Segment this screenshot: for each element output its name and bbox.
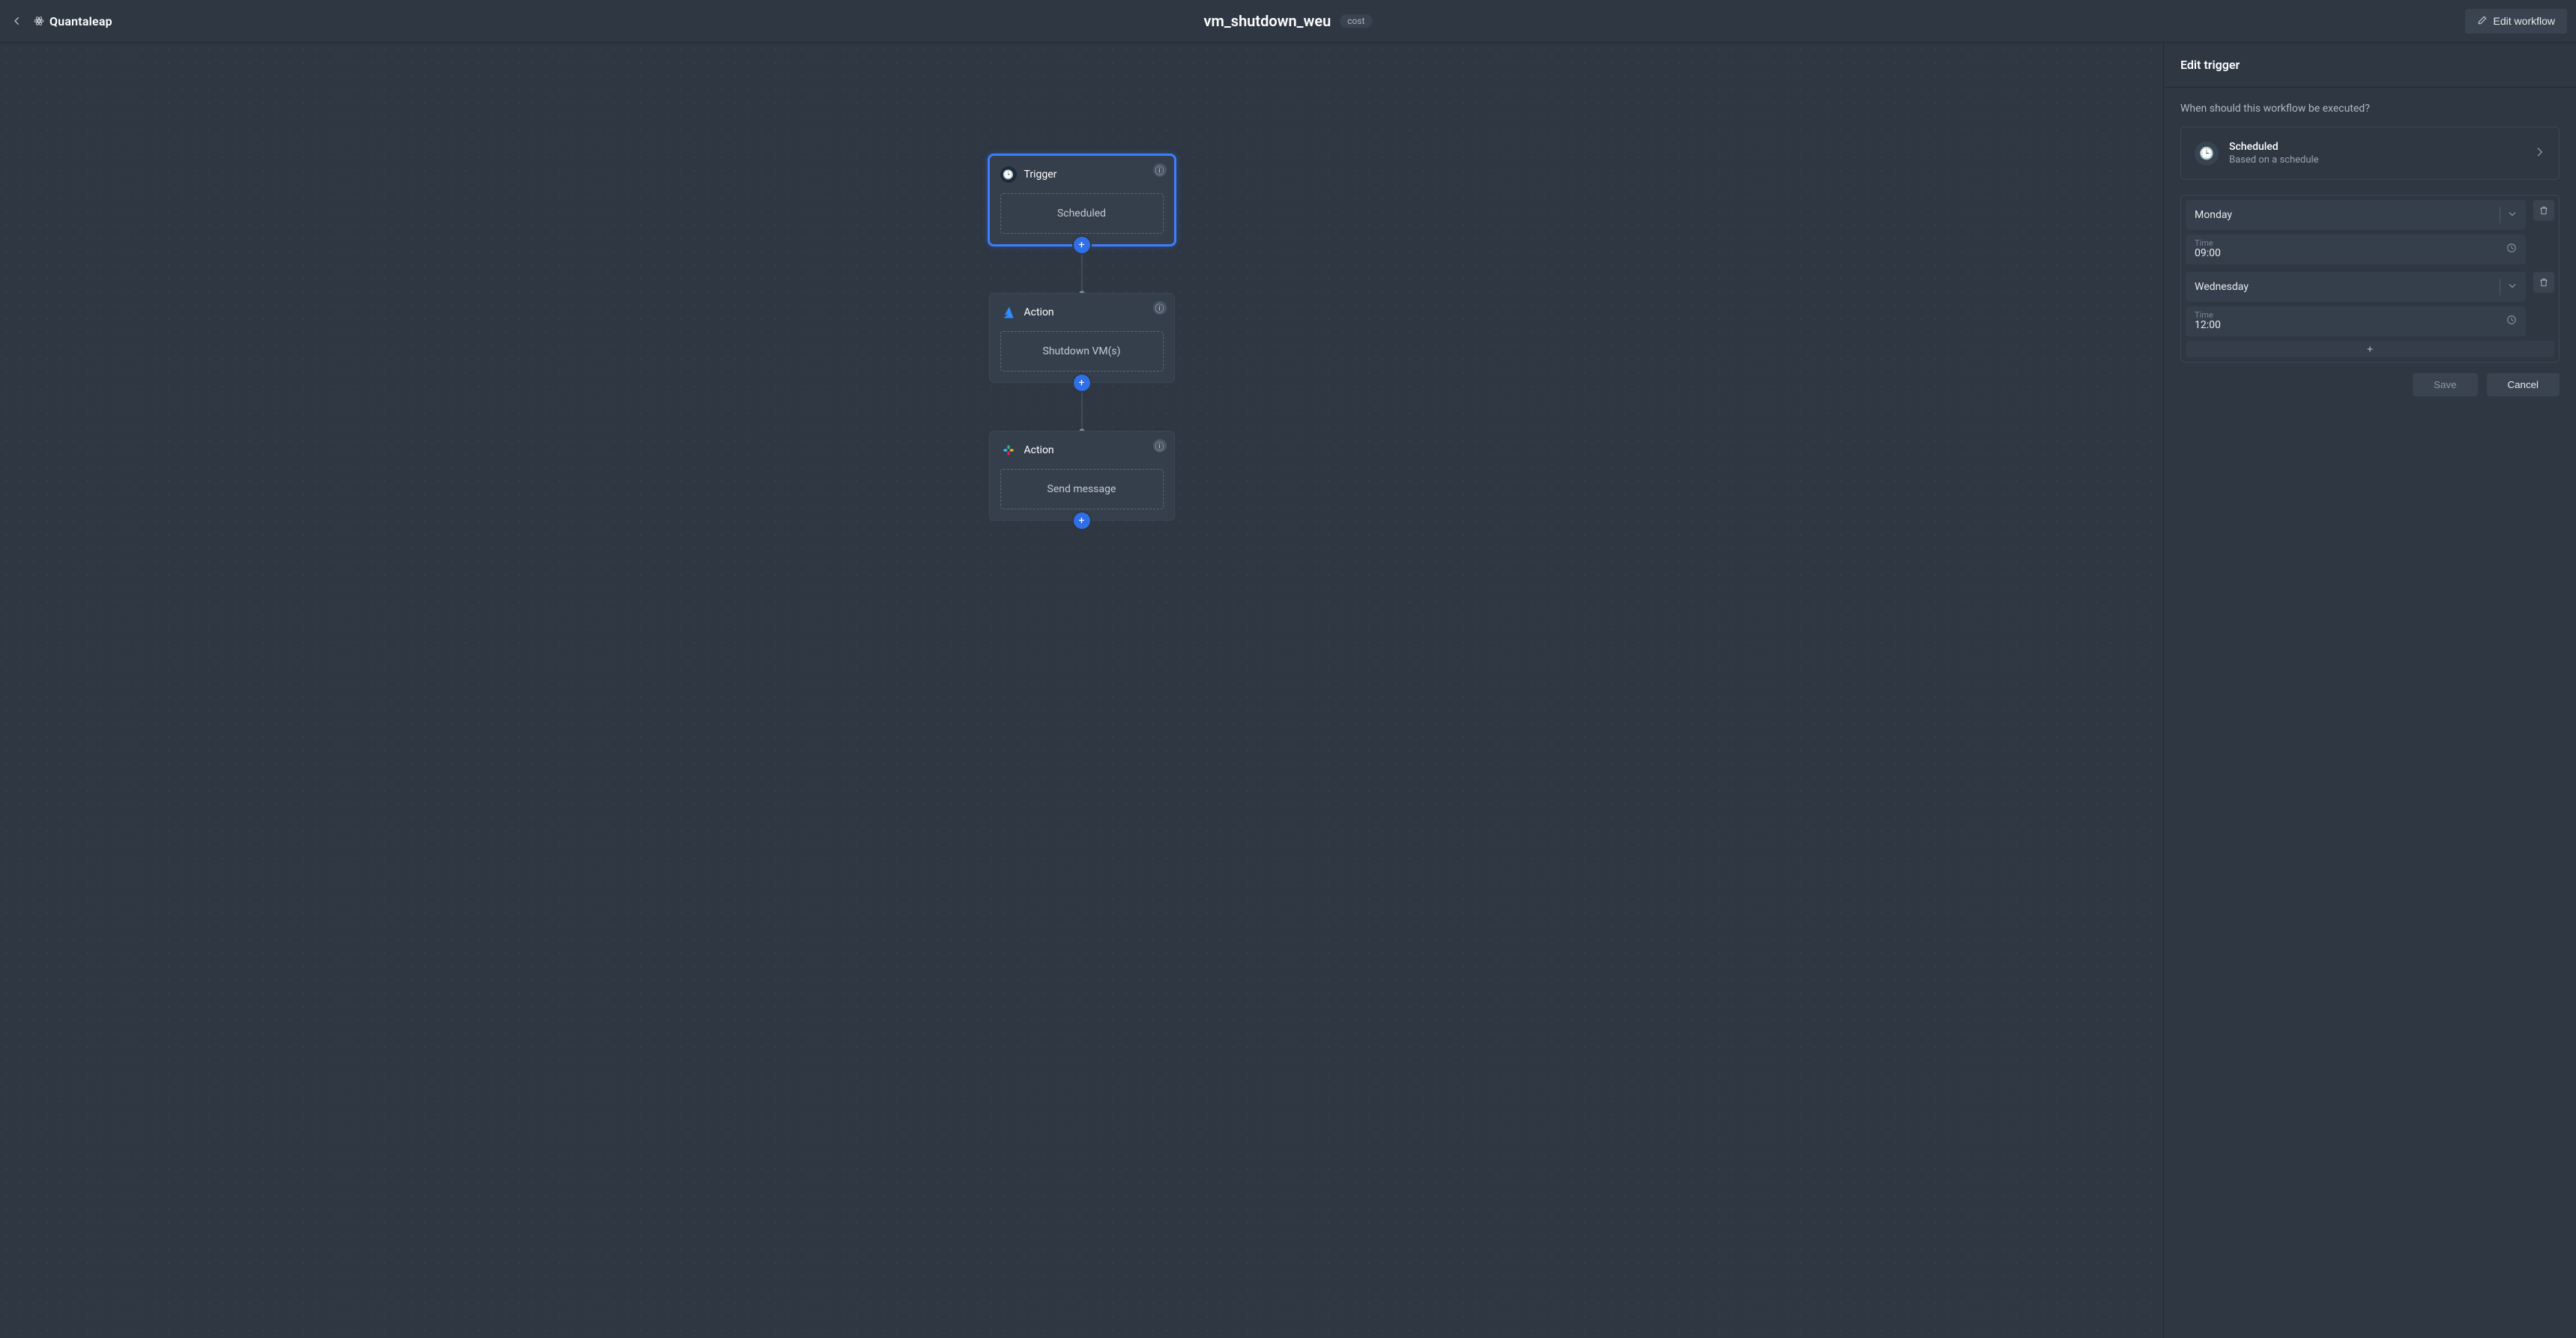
- clock-icon: [2506, 315, 2517, 328]
- node-head: Action: [1000, 304, 1164, 321]
- info-icon[interactable]: ⓘ: [1153, 301, 1167, 315]
- node-head: Action: [1000, 442, 1164, 458]
- delete-schedule-button[interactable]: [2533, 200, 2554, 221]
- clock-icon: 🕒: [2195, 142, 2219, 166]
- node-title: Action: [1024, 306, 1054, 318]
- slack-icon: [1000, 442, 1017, 458]
- azure-icon: [1000, 304, 1017, 321]
- brand-name: Quantaleap: [49, 14, 112, 28]
- time-field[interactable]: Time 12:00: [2186, 306, 2526, 336]
- trigger-type-card[interactable]: 🕒 Scheduled Based on a schedule: [2180, 127, 2560, 180]
- clock-icon: [2506, 243, 2517, 256]
- brand[interactable]: Quantaleap: [33, 14, 112, 28]
- chevron-down-icon: [2508, 281, 2517, 293]
- info-icon[interactable]: ⓘ: [1153, 163, 1167, 177]
- day-select[interactable]: Wednesday: [2186, 272, 2526, 302]
- edit-workflow-button[interactable]: Edit workflow: [2465, 9, 2567, 34]
- connector: +: [977, 245, 1187, 293]
- panel-title: Edit trigger: [2164, 43, 2576, 88]
- edit-icon: [2477, 15, 2488, 28]
- info-icon[interactable]: ⓘ: [1153, 439, 1167, 452]
- day-select-value: Monday: [2195, 209, 2492, 221]
- schedule-item: Monday Time 09:00: [2186, 200, 2554, 264]
- node-stack-trigger: ⓘ 🕒 Trigger Scheduled: [977, 155, 1187, 245]
- add-step-button[interactable]: +: [1074, 237, 1090, 253]
- node-title: Action: [1024, 444, 1054, 456]
- add-schedule-row-button[interactable]: [2186, 341, 2554, 357]
- day-select[interactable]: Monday: [2186, 200, 2526, 230]
- delete-schedule-button[interactable]: [2533, 272, 2554, 293]
- time-field-label: Time: [2195, 311, 2221, 319]
- edit-trigger-panel: Edit trigger When should this workflow b…: [2164, 43, 2576, 1338]
- cancel-button[interactable]: Cancel: [2487, 373, 2560, 396]
- panel-footer: Save Cancel: [2180, 373, 2560, 396]
- canvas-inner: ⓘ 🕒 Trigger Scheduled + ⓘ: [977, 155, 1187, 537]
- node-trigger[interactable]: ⓘ 🕒 Trigger Scheduled: [989, 155, 1175, 245]
- workflow-title: vm_shutdown_weu: [1203, 12, 1331, 30]
- time-field[interactable]: Time 09:00: [2186, 234, 2526, 264]
- day-select-value: Wednesday: [2195, 281, 2492, 293]
- panel-body: When should this workflow be executed? 🕒…: [2164, 88, 2576, 411]
- clock-icon: 🕒: [1000, 166, 1017, 183]
- back-icon[interactable]: [9, 13, 25, 29]
- workflow-canvas[interactable]: ⓘ 🕒 Trigger Scheduled + ⓘ: [0, 43, 2164, 1338]
- node-stack-action-azure: ⓘ Action Shutdown VM(s): [977, 293, 1187, 383]
- time-field-value: 12:00: [2195, 319, 2221, 332]
- time-field-label: Time: [2195, 239, 2221, 247]
- chevron-down-icon: [2508, 209, 2517, 221]
- trailing-add: +: [977, 512, 1187, 529]
- schedule-item: Wednesday Time 12:00: [2186, 272, 2554, 336]
- topbar: Quantaleap vm_shutdown_weu cost Edit wor…: [0, 0, 2576, 43]
- topbar-right: Edit workflow: [2465, 9, 2567, 34]
- add-step-button[interactable]: +: [1074, 375, 1090, 391]
- schedule-group: Monday Time 09:00: [2180, 195, 2560, 363]
- chevron-right-icon: [2533, 146, 2545, 161]
- node-stack-action-slack: ⓘ Action Send message: [977, 431, 1187, 521]
- node-head: 🕒 Trigger: [1000, 166, 1164, 183]
- main: ⓘ 🕒 Trigger Scheduled + ⓘ: [0, 43, 2576, 1338]
- panel-question: When should this workflow be executed?: [2180, 103, 2560, 115]
- topbar-center: vm_shutdown_weu cost: [1203, 12, 1372, 30]
- save-button[interactable]: Save: [2413, 373, 2477, 396]
- trigger-type-name: Scheduled: [2229, 141, 2523, 153]
- node-action-slack[interactable]: ⓘ Action Send message: [989, 431, 1175, 521]
- trigger-type-subtitle: Based on a schedule: [2229, 154, 2523, 166]
- add-step-button[interactable]: +: [1074, 512, 1090, 529]
- node-action-azure[interactable]: ⓘ Action Shutdown VM(s): [989, 293, 1175, 383]
- edit-workflow-button-label: Edit workflow: [2494, 15, 2555, 27]
- workflow-tag: cost: [1340, 14, 1372, 28]
- connector: +: [977, 383, 1187, 431]
- node-box[interactable]: Shutdown VM(s): [1000, 331, 1164, 372]
- node-box[interactable]: Scheduled: [1000, 193, 1164, 234]
- brand-logo-icon: [33, 15, 45, 27]
- time-field-value: 09:00: [2195, 247, 2221, 260]
- node-box[interactable]: Send message: [1000, 469, 1164, 509]
- node-title: Trigger: [1024, 169, 1057, 181]
- trigger-type-meta: Scheduled Based on a schedule: [2229, 141, 2523, 166]
